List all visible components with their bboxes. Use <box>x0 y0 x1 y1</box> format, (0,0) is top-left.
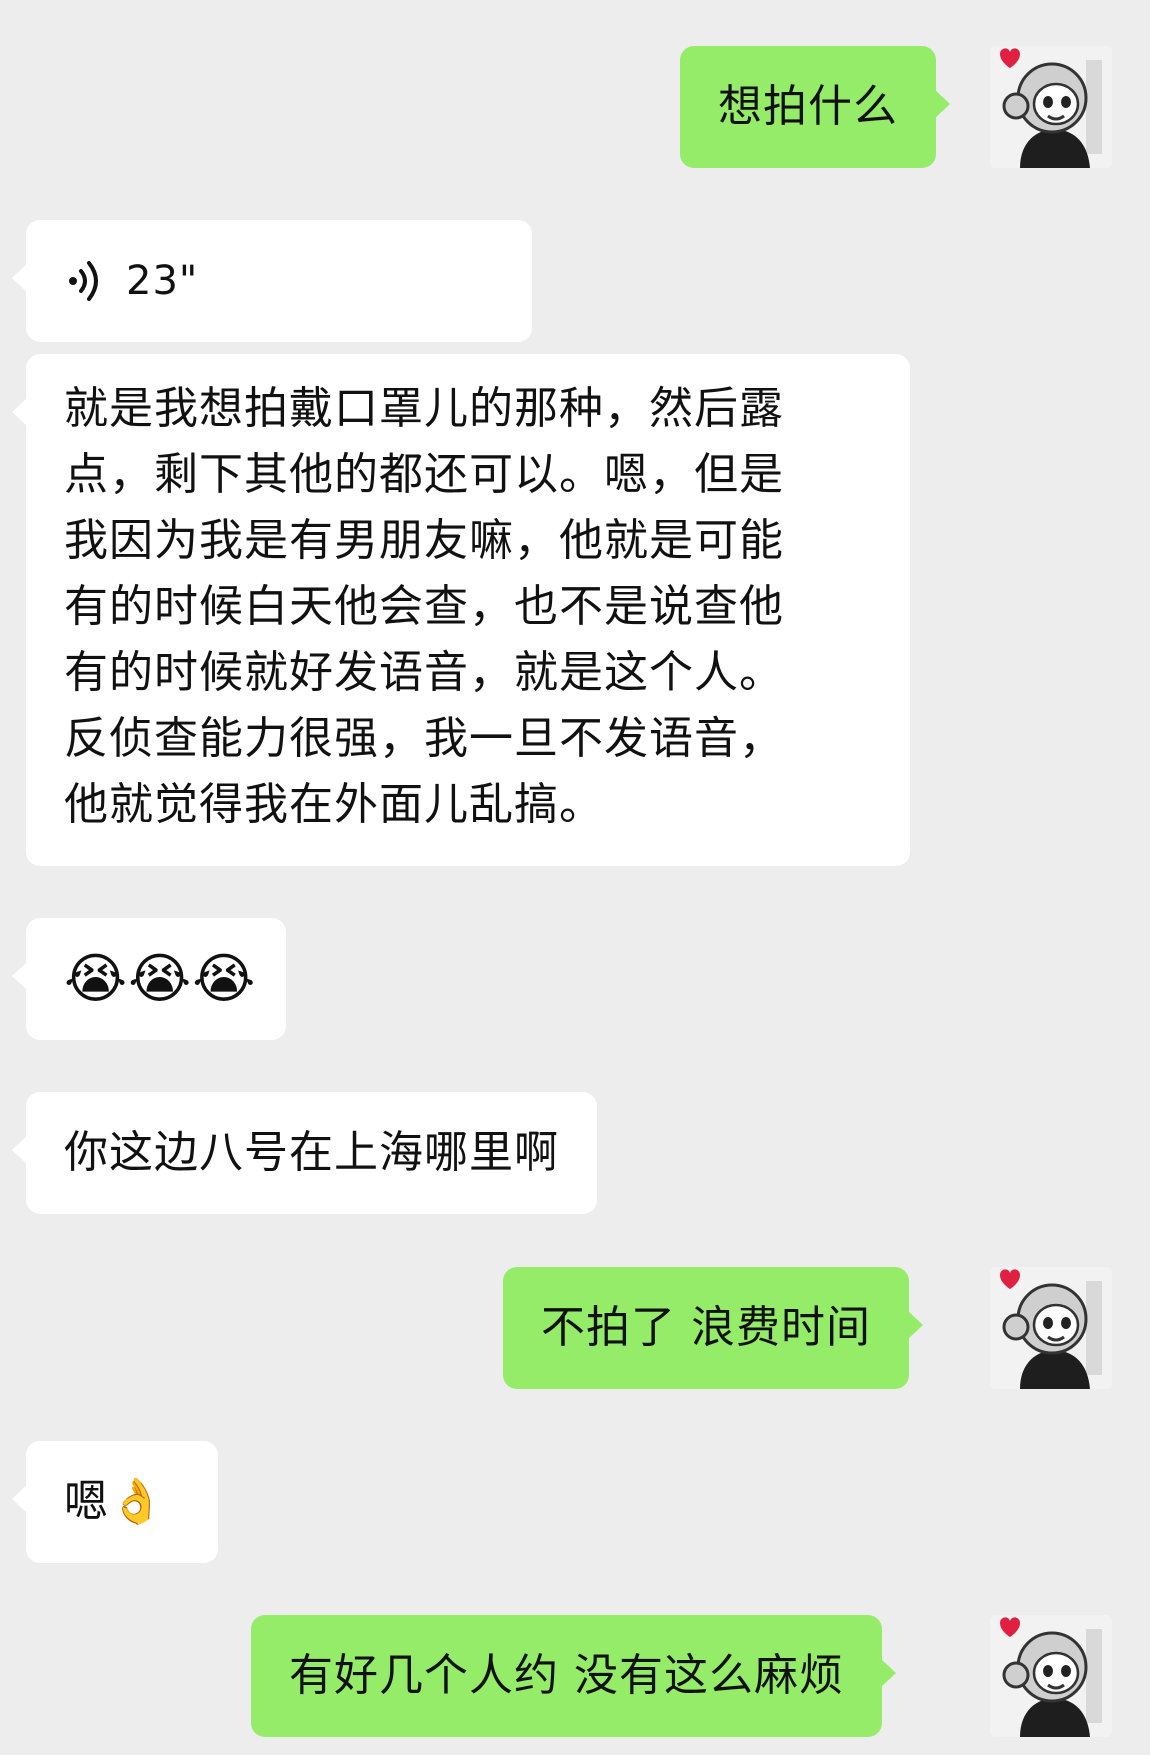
incoming-message-bubble[interactable]: 😭😭😭 <box>12 918 286 1040</box>
cartoon-monkey-avatar-icon <box>990 1267 1112 1389</box>
cartoon-monkey-avatar-icon <box>990 1615 1112 1737</box>
outgoing-message-bubble[interactable]: 有好几个人约 没有这么麻烦 <box>251 1615 896 1737</box>
message-text-line: 我因为我是有男朋友嘛，他就是可能 <box>64 515 784 566</box>
crying-face-emoji-icon: 😭😭😭 <box>64 947 257 1010</box>
incoming-message-bubble[interactable]: 嗯👌 <box>12 1441 218 1563</box>
message-text-line: 反侦查能力很强，我一旦不发语音， <box>64 713 784 764</box>
voice-duration: 23" <box>126 258 199 304</box>
chat-message-list[interactable]: 想拍什么 23" 就是我想拍戴口罩儿的那种，然后露 点，剩下其他的都还可以。嗯，… <box>0 0 1150 1755</box>
message-text-line: 有的时候白天他会查，也不是说查他 <box>64 581 784 632</box>
message-text-line: 他就觉得我在外面儿乱搞。 <box>64 779 604 830</box>
message-text: 你这边八号在上海哪里啊 <box>64 1127 559 1178</box>
avatar[interactable] <box>990 46 1112 168</box>
incoming-message-bubble[interactable]: 你这边八号在上海哪里啊 <box>12 1092 597 1214</box>
message-text-line: 有的时候就好发语音，就是这个人。 <box>64 647 784 698</box>
voice-message-bubble[interactable]: 23" <box>12 220 532 342</box>
message-text-line: 就是我想拍戴口罩儿的那种，然后露 <box>64 383 784 434</box>
outgoing-message-bubble[interactable]: 不拍了 浪费时间 <box>503 1267 923 1389</box>
message-text: 不拍了 浪费时间 <box>541 1302 871 1353</box>
cartoon-monkey-avatar-icon <box>990 46 1112 168</box>
outgoing-message-bubble[interactable]: 想拍什么 <box>680 46 950 168</box>
avatar[interactable] <box>990 1615 1112 1737</box>
incoming-message-bubble[interactable]: 就是我想拍戴口罩儿的那种，然后露 点，剩下其他的都还可以。嗯，但是 我因为我是有… <box>12 354 910 866</box>
avatar[interactable] <box>990 1267 1112 1389</box>
message-text: 想拍什么 <box>718 81 898 132</box>
message-text: 嗯👌 <box>64 1476 165 1527</box>
message-text-line: 点，剩下其他的都还可以。嗯，但是 <box>64 449 784 500</box>
message-text: 有好几个人约 没有这么麻烦 <box>289 1650 844 1701</box>
voice-play-icon <box>64 257 104 305</box>
